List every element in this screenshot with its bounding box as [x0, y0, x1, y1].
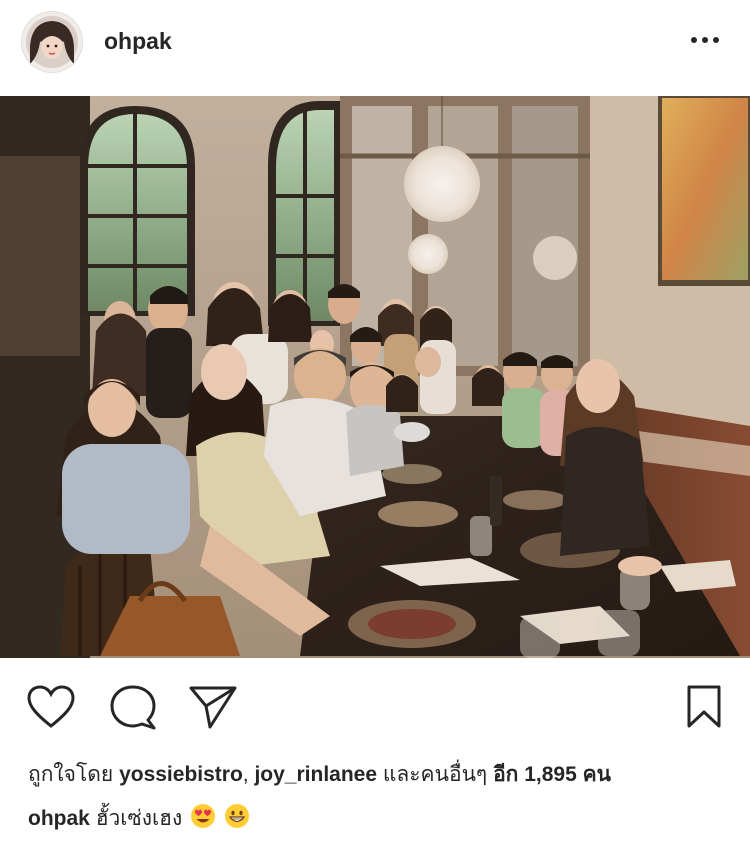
liked-by-user-link[interactable]: joy_rinlanee: [254, 763, 377, 786]
bookmark-icon[interactable]: [684, 684, 724, 730]
likes-separator: ,: [242, 763, 249, 786]
likes-and-others-link[interactable]: และคนอื่นๆ: [383, 763, 487, 786]
post-username[interactable]: ohpak: [104, 28, 172, 55]
post-actions: [0, 672, 750, 732]
heart-eyes-emoji-icon: [190, 803, 216, 835]
post-photo[interactable]: [0, 96, 750, 658]
likes-line: ถูกใจโดย yossiebistro, joy_rinlanee และค…: [28, 758, 611, 791]
grinning-emoji-icon: [224, 803, 250, 835]
avatar[interactable]: [22, 12, 82, 72]
likes-prefix: ถูกใจโดย: [28, 763, 114, 786]
more-horizontal-icon[interactable]: [690, 28, 720, 52]
caption-username[interactable]: ohpak: [28, 807, 90, 830]
liked-by-user-link[interactable]: yossiebistro: [119, 763, 243, 786]
likes-count[interactable]: อีก 1,895 คน: [493, 763, 611, 786]
caption-text: ฮั้วเซ่งเฮง: [95, 807, 183, 830]
heart-icon[interactable]: [26, 684, 76, 730]
comment-icon[interactable]: [108, 684, 158, 730]
post-header: ohpak: [0, 0, 750, 96]
send-icon[interactable]: [188, 684, 238, 730]
post-caption: ohpak ฮั้วเซ่งเฮง: [28, 802, 250, 835]
